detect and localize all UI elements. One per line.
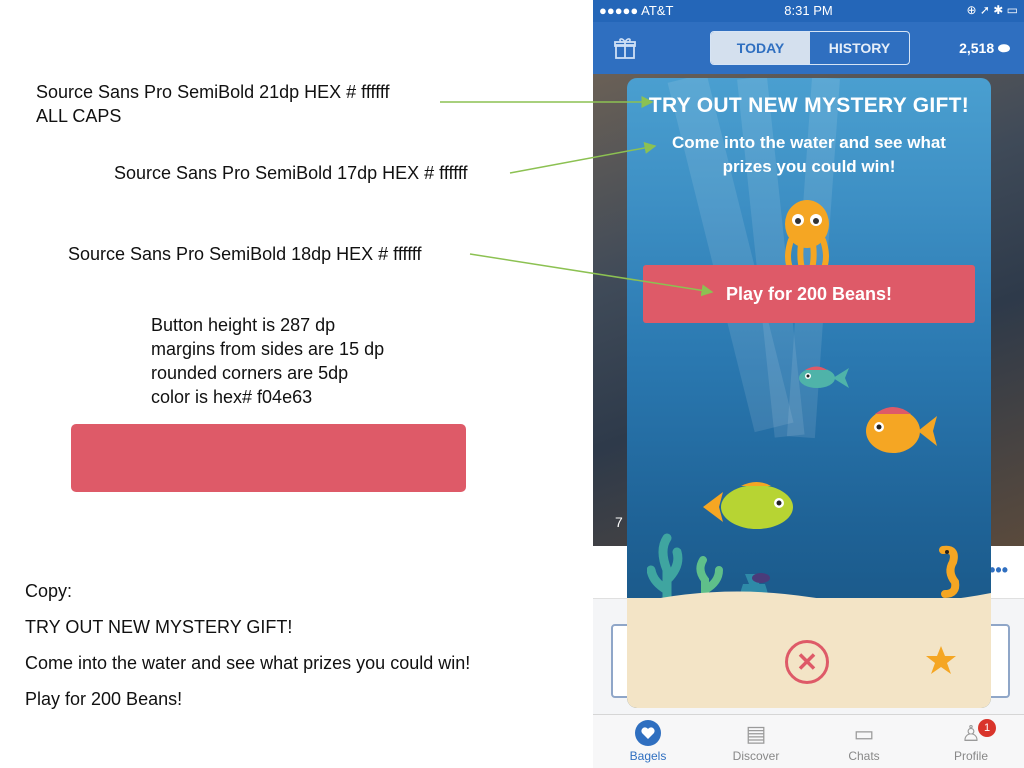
notification-badge: 1 (978, 719, 996, 737)
beans-count: 2,518 (959, 40, 995, 56)
mystery-gift-modal: TRY OUT NEW MYSTERY GIFT! Come into the … (627, 78, 991, 708)
modal-subtitle: Come into the water and see what prizes … (672, 133, 946, 176)
tab-bagels[interactable]: Bagels (605, 719, 691, 763)
subtitle-spec-annotation: Source Sans Pro SemiBold 17dp HEX # ffff… (114, 163, 468, 183)
tab-discover-label: Discover (732, 749, 780, 763)
sand-wave (627, 591, 991, 613)
tab-history[interactable]: HISTORY (810, 32, 909, 64)
small-fish-illustration (799, 366, 849, 388)
green-fish-illustration (703, 482, 793, 529)
button-spec-line-1: Button height is 287 dp (151, 315, 336, 335)
cards-icon: ▤ (745, 721, 767, 746)
status-icons: ⊕ ➚ ✱ ▭ (966, 3, 1018, 17)
button-spec-annotation: Button height is 287 dp margins from sid… (151, 313, 384, 409)
phone-screenshot: ●●●●● AT&T 8:31 PM ⊕ ➚ ✱ ▭ TODAY HISTORY… (593, 0, 1024, 768)
title-spec-line-2: ALL CAPS (36, 106, 122, 126)
status-bar: ●●●●● AT&T 8:31 PM ⊕ ➚ ✱ ▭ (593, 0, 1024, 22)
copy-line-subtitle: Come into the water and see what prizes … (25, 653, 471, 673)
starfish-icon (926, 646, 956, 674)
button-spec-line-2: margins from sides are 15 dp (151, 339, 385, 359)
nav-bar: TODAY HISTORY 2,518 ⬬ (593, 22, 1024, 74)
gift-icon[interactable] (613, 36, 637, 66)
copy-line-title: TRY OUT NEW MYSTERY GIFT! (25, 617, 293, 637)
copy-heading: Copy: (25, 581, 73, 601)
title-spec-annotation: Source Sans Pro SemiBold 21dp HEX # ffff… (36, 80, 390, 128)
tab-today[interactable]: TODAY (711, 32, 810, 64)
tab-profile[interactable]: ♙ 1 Profile (928, 719, 1014, 763)
heart-icon (605, 719, 691, 749)
title-spec-line-1: Source Sans Pro SemiBold 21dp HEX # ffff… (36, 82, 390, 102)
button-text-spec-annotation: Source Sans Pro SemiBold 18dp HEX # ffff… (68, 244, 422, 264)
bean-icon: ⬬ (998, 40, 1010, 56)
orange-fish-illustration (866, 407, 937, 453)
copy-line-button: Play for 200 Beans! (25, 689, 183, 709)
more-icon[interactable]: ••• (989, 560, 1008, 581)
chat-bubble-icon: ▭ (853, 721, 875, 746)
tab-discover[interactable]: ▤ Discover (713, 719, 799, 763)
person-icon: ♙ (961, 721, 981, 746)
bottom-tab-bar: Bagels ▤ Discover ▭ Chats ♙ 1 Profile (593, 714, 1024, 768)
today-history-toggle: TODAY HISTORY (710, 31, 910, 65)
beans-counter[interactable]: 2,518 ⬬ (959, 40, 1010, 57)
modal-title: TRY OUT NEW MYSTERY GIFT! (648, 94, 970, 117)
button-spec-line-3: rounded corners are 5dp (151, 363, 349, 383)
tab-chats-label: Chats (848, 749, 880, 763)
close-button[interactable]: ✕ (785, 640, 829, 684)
tab-chats[interactable]: ▭ Chats (821, 719, 907, 763)
button-spec-line-4: color is hex# f04e63 (151, 387, 313, 407)
tab-bagels-label: Bagels (629, 749, 667, 763)
tab-profile-label: Profile (953, 749, 988, 763)
status-time: 8:31 PM (784, 3, 833, 18)
play-for-beans-button[interactable]: Play for 200 Beans! (643, 265, 975, 323)
button-color-sample (71, 424, 466, 492)
photo-number: 7 (615, 514, 623, 530)
octopus-illustration (785, 200, 829, 275)
